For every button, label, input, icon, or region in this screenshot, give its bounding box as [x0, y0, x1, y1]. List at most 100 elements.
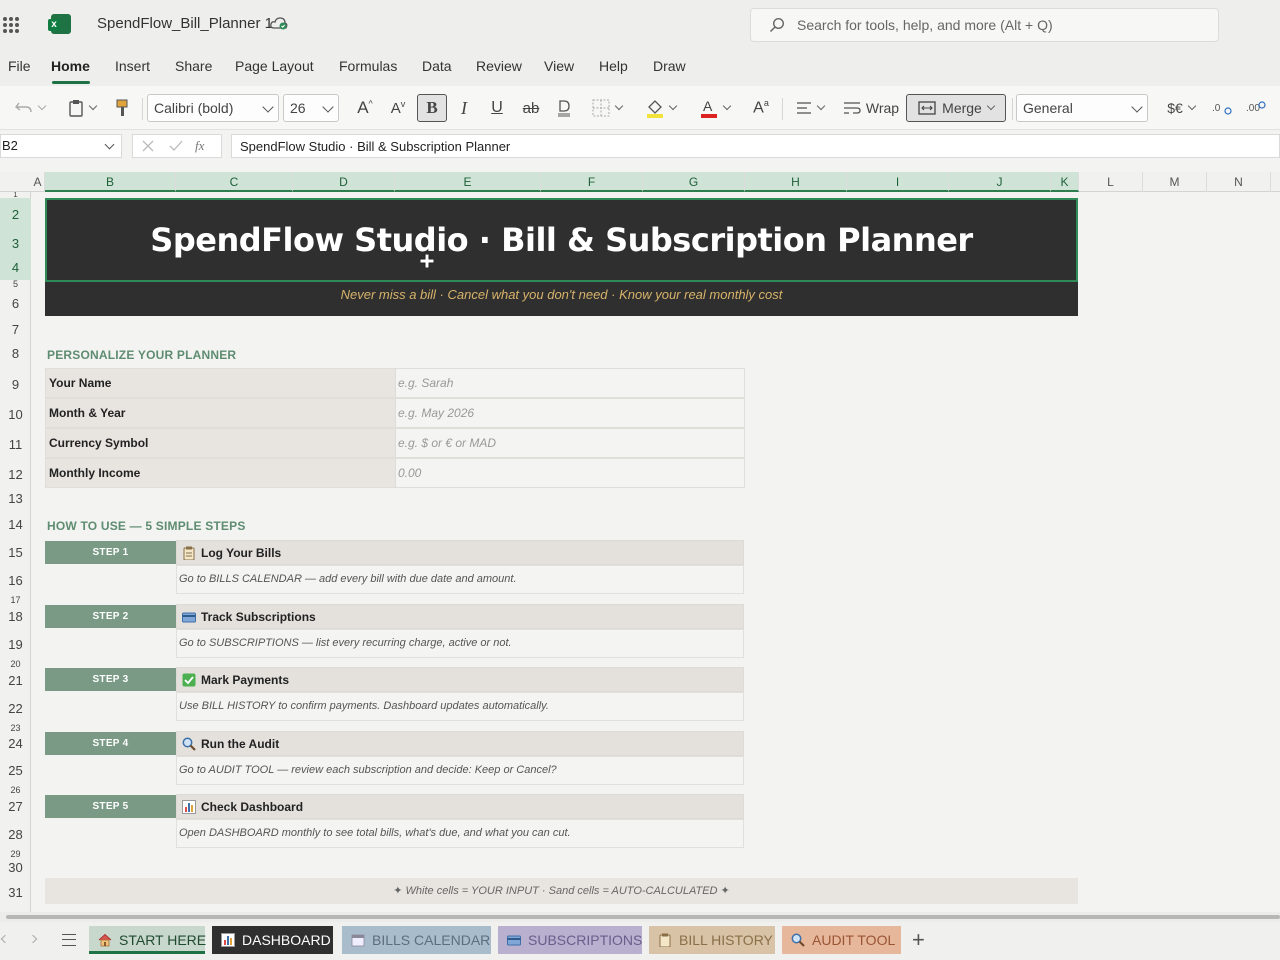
double-underline-button[interactable]	[552, 94, 576, 122]
decrease-font-button[interactable]: Av	[385, 94, 411, 122]
scroll-tabs-left-icon[interactable]	[0, 934, 10, 944]
tab-bills-calendar[interactable]: BILLS CALENDAR	[342, 926, 491, 954]
row-header[interactable]: 30	[0, 858, 31, 878]
row-header[interactable]: 16	[0, 566, 31, 596]
row-header[interactable]: 5	[0, 280, 31, 288]
strikethrough-button[interactable]: ab	[518, 94, 544, 122]
row-header[interactable]: 11	[0, 428, 31, 458]
row-header[interactable]: 27	[0, 794, 31, 820]
insert-function-button[interactable]: fx	[195, 138, 204, 154]
menu-help[interactable]: Help	[599, 58, 628, 74]
add-sheet-button[interactable]: +	[912, 929, 925, 951]
merge-button[interactable]: Merge	[906, 94, 1006, 122]
row-header[interactable]: 20	[0, 660, 31, 668]
row-header[interactable]: 3	[0, 232, 31, 256]
underline-button[interactable]: U	[485, 94, 509, 122]
menu-home[interactable]: Home	[51, 58, 90, 74]
row-header[interactable]: 28	[0, 820, 31, 850]
worksheet-grid[interactable]: SpendFlow Studio · Bill & Subscription P…	[31, 192, 1280, 912]
app-launcher-icon[interactable]	[3, 17, 19, 33]
row-header[interactable]: 18	[0, 604, 31, 630]
menu-formulas[interactable]: Formulas	[339, 58, 397, 74]
format-painter-button[interactable]	[110, 94, 134, 122]
column-header[interactable]: N	[1207, 172, 1271, 192]
tab-dashboard[interactable]: DASHBOARD	[212, 926, 333, 954]
row-header[interactable]: 8	[0, 340, 31, 368]
font-size-select[interactable]: 26	[283, 94, 339, 122]
column-header[interactable]: F	[541, 172, 643, 192]
undo-button[interactable]	[8, 94, 52, 122]
format-text-button[interactable]: Aa	[748, 94, 774, 122]
row-header[interactable]: 22	[0, 694, 31, 724]
row-header[interactable]: 10	[0, 398, 31, 428]
increase-font-button[interactable]: A^	[352, 94, 378, 122]
wrap-text-button[interactable]: Wrap	[840, 94, 902, 122]
column-header[interactable]: E	[395, 172, 541, 192]
column-header[interactable]: K	[1051, 172, 1079, 192]
tab-subscriptions[interactable]: SUBSCRIPTIONS	[498, 926, 642, 954]
row-header[interactable]: 2	[0, 198, 31, 232]
row-header[interactable]: 31	[0, 878, 31, 908]
tab-bill-history[interactable]: BILL HISTORY	[649, 926, 775, 954]
currency-format-button[interactable]: $€	[1160, 94, 1202, 122]
row-header[interactable]: 4	[0, 256, 31, 280]
row-header[interactable]: 26	[0, 786, 31, 794]
row-header[interactable]: 23	[0, 724, 31, 732]
all-sheets-menu-icon[interactable]	[62, 934, 76, 946]
row-header[interactable]: 19	[0, 630, 31, 660]
row-header[interactable]: 24	[0, 732, 31, 756]
document-title[interactable]: SpendFlow_Bill_Planner 1	[97, 15, 273, 32]
font-color-button[interactable]: A	[694, 94, 736, 122]
decrease-decimal-button[interactable]: .0	[1208, 94, 1236, 122]
search-box[interactable]: Search for tools, help, and more (Alt + …	[750, 8, 1219, 42]
name-box[interactable]: B2	[0, 134, 122, 158]
title-banner-cell[interactable]: SpendFlow Studio · Bill & Subscription P…	[45, 198, 1078, 282]
column-header[interactable]: H	[745, 172, 847, 192]
scroll-tabs-right-icon[interactable]	[28, 934, 38, 944]
menu-view[interactable]: View	[544, 58, 574, 74]
fill-color-button[interactable]	[640, 94, 682, 122]
tab-audit-tool[interactable]: AUDIT TOOL	[782, 926, 901, 954]
row-header[interactable]: 7	[0, 320, 31, 340]
tab-start-here[interactable]: START HERE	[89, 926, 206, 954]
menu-review[interactable]: Review	[476, 58, 522, 74]
number-format-select[interactable]: General	[1016, 94, 1148, 122]
row-header[interactable]: 29	[0, 850, 31, 858]
cancel-icon[interactable]	[142, 140, 154, 152]
cloud-saved-icon[interactable]	[270, 16, 288, 30]
currency-symbol-input[interactable]: e.g. $ or € or MAD	[396, 429, 744, 457]
row-header[interactable]: 21	[0, 668, 31, 694]
column-header[interactable]: A	[31, 172, 45, 192]
column-header[interactable]: D	[293, 172, 395, 192]
borders-button[interactable]	[586, 94, 628, 122]
menu-file[interactable]: File	[8, 58, 31, 74]
month-year-input[interactable]: e.g. May 2026	[396, 399, 744, 427]
menu-share[interactable]: Share	[175, 58, 212, 74]
row-header[interactable]: 6	[0, 288, 31, 320]
monthly-income-input[interactable]: 0.00	[396, 459, 744, 487]
row-header[interactable]: 14	[0, 510, 31, 540]
your-name-input[interactable]: e.g. Sarah	[396, 369, 744, 397]
font-name-select[interactable]: Calibri (bold)	[147, 94, 279, 122]
column-header[interactable]: J	[949, 172, 1051, 192]
column-header[interactable]: C	[176, 172, 293, 192]
formula-input[interactable]: SpendFlow Studio · Bill & Subscription P…	[231, 134, 1280, 158]
row-header[interactable]: 12	[0, 458, 31, 488]
column-header[interactable]: L	[1079, 172, 1143, 192]
row-header[interactable]: 25	[0, 756, 31, 786]
column-header[interactable]: I	[847, 172, 949, 192]
column-header[interactable]: M	[1143, 172, 1207, 192]
menu-insert[interactable]: Insert	[115, 58, 150, 74]
paste-button[interactable]	[62, 94, 102, 122]
row-header[interactable]: 13	[0, 488, 31, 510]
row-header[interactable]: 9	[0, 368, 31, 398]
row-header[interactable]: 15	[0, 540, 31, 566]
horizontal-scrollbar[interactable]	[0, 912, 1280, 922]
row-header[interactable]: 17	[0, 596, 31, 604]
menu-data[interactable]: Data	[422, 58, 452, 74]
column-header[interactable]: B	[45, 172, 176, 192]
menu-draw[interactable]: Draw	[653, 58, 686, 74]
increase-decimal-button[interactable]: .00	[1242, 94, 1270, 122]
column-header[interactable]: G	[643, 172, 745, 192]
align-button[interactable]	[790, 94, 830, 122]
